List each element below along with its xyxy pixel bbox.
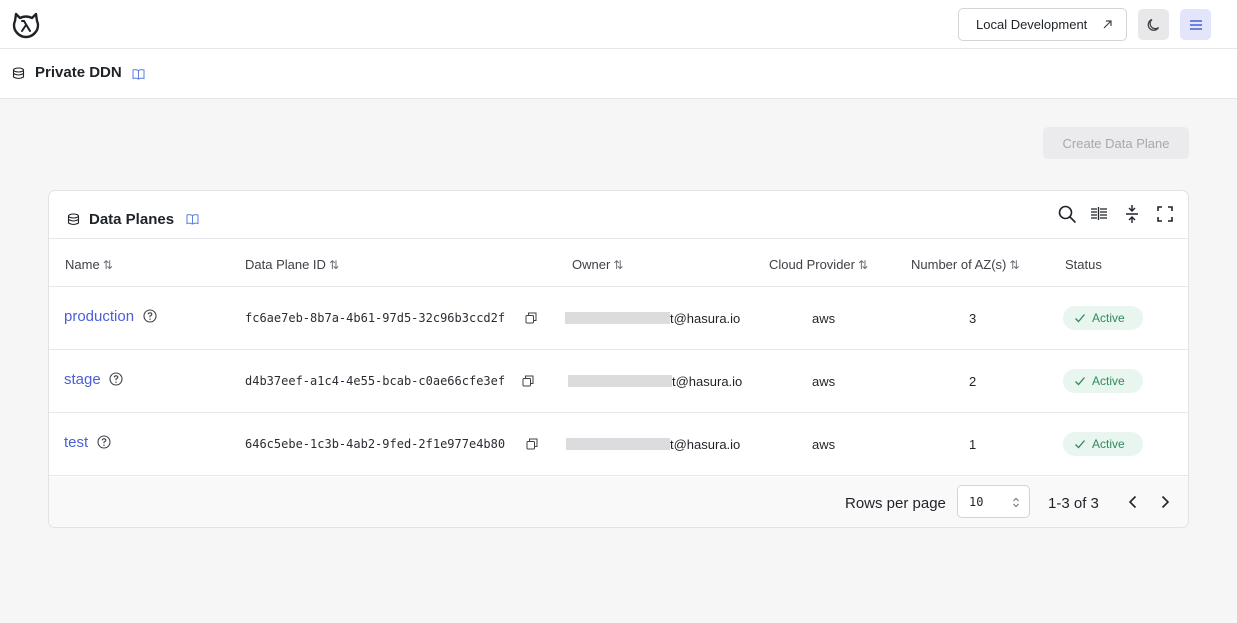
database-icon (67, 213, 80, 226)
table-header: Name ⇅ Data Plane ID ⇅ Owner ⇅ Cloud Provid… (49, 240, 1188, 287)
chevron-right-icon (1161, 495, 1170, 509)
name-cell: stage (64, 371, 123, 388)
redacted-owner (566, 438, 670, 450)
book-icon[interactable] (132, 68, 145, 80)
book-icon[interactable] (186, 213, 199, 225)
owner-cell: t@hasura.io (566, 437, 740, 452)
status-badge: Active (1063, 306, 1143, 330)
fullscreen-icon[interactable] (1155, 204, 1175, 224)
pagination-bar: Rows per page 10 1-3 of 3 (49, 477, 1188, 527)
copy-icon[interactable] (525, 312, 537, 324)
page-header: Private DDN (0, 49, 1237, 99)
card-title: Data Planes (89, 211, 175, 228)
table-row: test 646c5ebe-1c3b-4ab2-9fed-2f1e977e4b8… (49, 413, 1188, 476)
data-plane-id: fc6ae7eb-8b7a-4b61-97d5-32c96b3ccd2f (245, 311, 506, 325)
external-link-icon (1103, 20, 1112, 29)
help-icon[interactable] (143, 309, 157, 323)
density-icon[interactable] (1122, 204, 1142, 224)
theme-toggle-button[interactable] (1138, 9, 1169, 40)
hasura-logo-icon[interactable] (11, 10, 41, 40)
redacted-owner (568, 375, 672, 387)
chevron-up-down-icon (1013, 497, 1019, 508)
sort-icon: ⇅ (1009, 258, 1019, 272)
data-plane-link[interactable]: stage (64, 371, 101, 388)
page-title: Private DDN (35, 64, 122, 81)
cloud-provider: aws (812, 437, 836, 452)
owner-cell: t@hasura.io (568, 374, 742, 389)
sort-icon: ⇅ (613, 258, 623, 272)
sort-icon: ⇅ (858, 258, 868, 272)
column-header-cloud-provider[interactable]: Cloud Provider ⇅ (769, 257, 868, 272)
data-plane-id: 646c5ebe-1c3b-4ab2-9fed-2f1e977e4b80 (245, 437, 506, 451)
check-icon (1075, 440, 1085, 449)
pagination-range: 1-3 of 3 (1048, 495, 1099, 512)
status-badge: Active (1063, 369, 1143, 393)
column-header-name[interactable]: Name ⇅ (65, 257, 113, 272)
table-row: production fc6ae7eb-8b7a-4b61-97d5-32c96… (49, 287, 1188, 350)
copy-icon[interactable] (526, 438, 538, 450)
name-cell: production (64, 308, 157, 325)
local-development-button[interactable]: Local Development (958, 8, 1127, 41)
check-icon (1075, 377, 1085, 386)
hamburger-menu-icon (1189, 19, 1202, 30)
chevron-left-icon (1128, 495, 1137, 509)
columns-icon[interactable] (1089, 204, 1109, 224)
data-plane-id: d4b37eef-a1c4-4e55-bcab-c0ae66cfe3ef (245, 374, 506, 388)
top-bar: Local Development (0, 0, 1237, 49)
az-count: 3 (969, 311, 977, 326)
column-header-status: Status (1065, 257, 1102, 272)
local-development-label: Local Development (976, 17, 1088, 32)
previous-page-button[interactable] (1122, 491, 1144, 513)
data-plane-link[interactable]: production (64, 308, 134, 325)
create-data-plane-button[interactable]: Create Data Plane (1043, 127, 1189, 159)
table-row: stage d4b37eef-a1c4-4e55-bcab-c0ae66cfe3… (49, 350, 1188, 413)
search-icon[interactable] (1057, 204, 1077, 224)
az-count: 2 (969, 374, 977, 389)
check-icon (1075, 314, 1085, 323)
redacted-owner (565, 312, 670, 324)
help-icon[interactable] (109, 372, 123, 386)
cloud-provider: aws (812, 311, 836, 326)
next-page-button[interactable] (1154, 491, 1176, 513)
rows-per-page-label: Rows per page (845, 495, 946, 512)
copy-icon[interactable] (522, 375, 534, 387)
column-header-data-plane-id[interactable]: Data Plane ID ⇅ (245, 257, 339, 272)
column-header-owner[interactable]: Owner ⇅ (572, 257, 623, 272)
sort-icon: ⇅ (328, 258, 339, 272)
column-header-number-of-azs[interactable]: Number of AZ(s) ⇅ (911, 257, 1019, 272)
help-icon[interactable] (97, 435, 111, 449)
database-icon (12, 67, 25, 80)
data-planes-card: Data Planes Name ⇅ Data Plane ID ⇅ Owner ⇅ (48, 190, 1189, 528)
sort-icon: ⇅ (102, 258, 113, 272)
name-cell: test (64, 434, 111, 451)
menu-button[interactable] (1180, 9, 1211, 40)
data-plane-link[interactable]: test (64, 434, 88, 451)
rows-per-page-select[interactable]: 10 (957, 485, 1030, 518)
az-count: 1 (969, 437, 977, 452)
cloud-provider: aws (812, 374, 836, 389)
status-badge: Active (1063, 432, 1143, 456)
card-header: Data Planes (49, 191, 1188, 239)
moon-icon (1147, 18, 1159, 31)
owner-cell: t@hasura.io (565, 311, 740, 326)
